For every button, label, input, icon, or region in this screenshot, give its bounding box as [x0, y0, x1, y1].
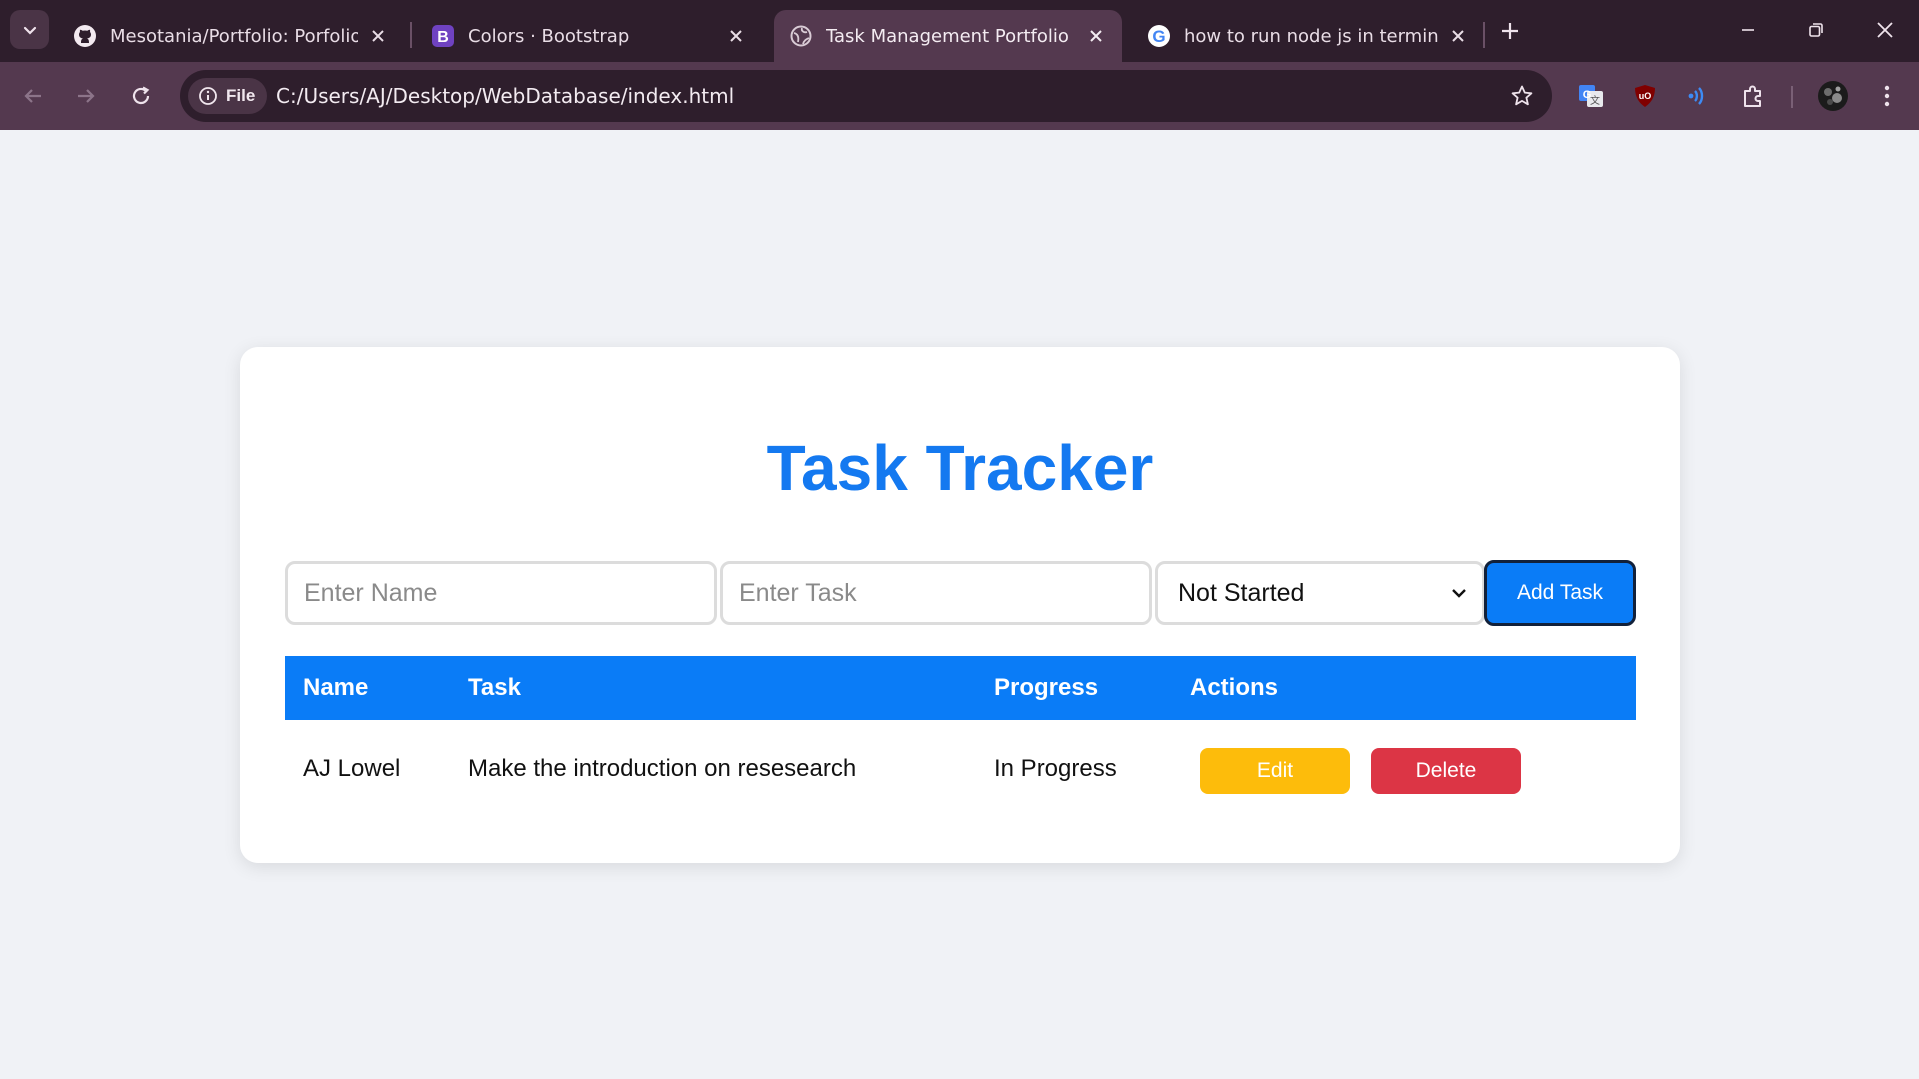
close-icon[interactable]	[366, 24, 390, 48]
tab-strip: Mesotania/Portfolio: Porfolio W B Colors…	[0, 0, 1919, 62]
site-info-chip[interactable]: File	[188, 78, 268, 114]
tab-separator	[410, 22, 412, 48]
file-label: File	[226, 86, 256, 105]
svg-text:文: 文	[1590, 94, 1600, 107]
delete-button[interactable]: Delete	[1371, 748, 1521, 794]
back-button[interactable]	[13, 76, 53, 116]
extensions-button[interactable]	[1733, 76, 1773, 116]
minimize-icon	[1742, 29, 1754, 31]
restore-button[interactable]	[1786, 10, 1846, 50]
task-table: Name Task Progress Actions AJ Lowel Make…	[285, 656, 1636, 818]
cell-name: AJ Lowel	[303, 755, 401, 782]
svg-text:B: B	[437, 29, 449, 46]
read-aloud-extension[interactable]	[1678, 76, 1718, 116]
close-window-button[interactable]	[1855, 10, 1915, 50]
avatar-icon	[1818, 81, 1848, 111]
cell-task: Make the introduction on resesearch	[468, 755, 857, 782]
task-input[interactable]	[720, 561, 1152, 625]
chevron-down-icon	[1452, 589, 1466, 598]
more-vertical-icon	[1884, 85, 1890, 107]
arrow-right-icon	[78, 89, 95, 103]
star-icon	[1511, 85, 1533, 106]
minimize-button[interactable]	[1718, 10, 1778, 50]
column-header-progress: Progress	[994, 674, 1099, 701]
table-header: Name Task Progress Actions	[285, 656, 1636, 720]
column-header-name: Name	[303, 674, 369, 701]
svg-text:G: G	[1152, 27, 1165, 46]
translate-icon: G文	[1579, 85, 1603, 107]
close-icon[interactable]	[1084, 24, 1108, 48]
column-header-actions: Actions	[1190, 674, 1279, 701]
bootstrap-icon: B	[430, 23, 456, 49]
ublock-extension[interactable]: uO	[1625, 76, 1665, 116]
page-title: Task Tracker	[766, 432, 1154, 504]
tab-separator	[1483, 22, 1485, 48]
add-task-button[interactable]: Add Task	[1484, 560, 1636, 626]
progress-select[interactable]: Not Started	[1155, 561, 1485, 625]
cell-progress: In Progress	[994, 755, 1117, 782]
svg-text:uO: uO	[1639, 91, 1652, 101]
tab-google-search[interactable]: G how to run node js in terminal -	[1132, 10, 1484, 62]
new-tab-button[interactable]	[1493, 14, 1527, 48]
edit-button[interactable]: Edit	[1200, 748, 1350, 794]
tab-search-button[interactable]	[10, 10, 49, 49]
google-icon: G	[1146, 23, 1172, 49]
close-icon[interactable]	[724, 24, 748, 48]
toolbar-separator	[1791, 86, 1793, 108]
tab-title: Task Management Portfolio	[826, 25, 1069, 47]
column-header-task: Task	[468, 674, 521, 701]
browser-menu-button[interactable]	[1867, 76, 1907, 116]
table-row: AJ Lowel Make the introduction on resese…	[285, 720, 1636, 818]
browser-toolbar: File C:/Users/AJ/Desktop/WebDatabase/ind…	[0, 62, 1919, 130]
google-translate-extension[interactable]: G文	[1571, 76, 1611, 116]
bookmark-star-button[interactable]	[1508, 82, 1536, 110]
puzzle-icon	[1744, 85, 1761, 107]
profile-avatar[interactable]	[1813, 76, 1853, 116]
arrow-left-icon	[24, 89, 41, 103]
tab-task-management[interactable]: Task Management Portfolio	[774, 10, 1122, 62]
address-bar[interactable]: File C:/Users/AJ/Desktop/WebDatabase/ind…	[180, 70, 1552, 122]
forward-button[interactable]	[66, 76, 106, 116]
sound-waves-icon	[1688, 87, 1704, 105]
task-tracker-card: Task Tracker Not Started Add Task Name T…	[240, 347, 1680, 863]
chevron-down-icon	[23, 26, 36, 35]
info-icon	[199, 87, 217, 105]
tab-bootstrap[interactable]: B Colors · Bootstrap	[416, 10, 762, 62]
github-icon	[72, 23, 98, 49]
restore-icon	[1809, 23, 1823, 37]
close-icon[interactable]	[1446, 24, 1470, 48]
reload-button[interactable]	[121, 76, 161, 116]
tab-title: Colors · Bootstrap	[468, 25, 630, 47]
name-input[interactable]	[285, 561, 717, 625]
progress-select-value: Not Started	[1178, 578, 1305, 607]
plus-icon	[1502, 23, 1518, 39]
ublock-shield-icon: uO	[1635, 85, 1655, 107]
tab-title: how to run node js in terminal -	[1184, 25, 1438, 47]
globe-icon	[788, 23, 814, 49]
close-icon	[1877, 22, 1893, 38]
url-text[interactable]: C:/Users/AJ/Desktop/WebDatabase/index.ht…	[276, 84, 734, 108]
tab-title: Mesotania/Portfolio: Porfolio W	[110, 25, 358, 47]
tab-github[interactable]: Mesotania/Portfolio: Porfolio W	[58, 10, 404, 62]
reload-icon	[132, 86, 150, 105]
